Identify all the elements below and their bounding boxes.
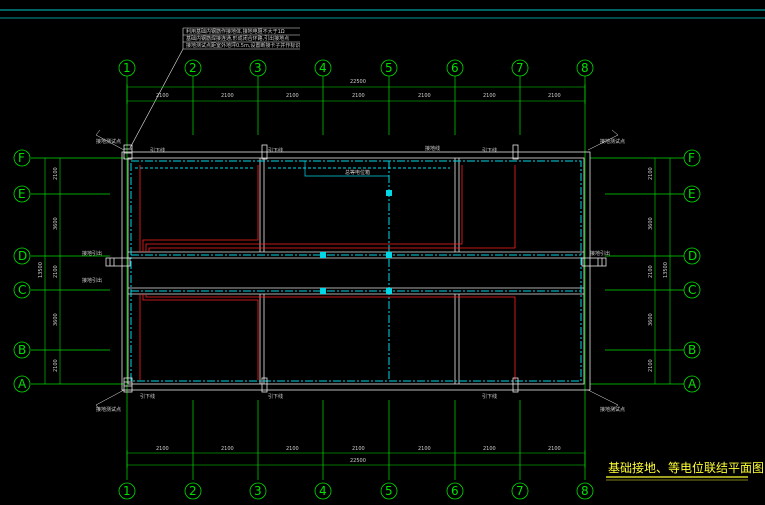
left-axis-B: B	[18, 343, 26, 357]
left-axis-E: E	[18, 187, 26, 201]
test-point-label-tr: 接地测试点	[600, 138, 625, 145]
top-total-dim: 22500	[350, 79, 366, 85]
bottom-dim-7: 2100	[548, 446, 561, 452]
right-dim-5: 2100	[648, 359, 654, 372]
bottom-axis-7: 7	[516, 484, 524, 498]
top-dim-5: 2100	[418, 93, 431, 99]
top-axis-2: 2	[189, 61, 197, 75]
left-axis-A: A	[18, 377, 27, 391]
test-point-label-tl: 接地测试点	[96, 138, 121, 145]
bottom-axis-1: 1	[123, 484, 131, 498]
bottom-total-dim: 22500	[350, 458, 366, 464]
left-axis-F: F	[18, 151, 25, 165]
left-dim-1: 2100	[53, 167, 59, 180]
cad-drawing-canvas: 利用基础内钢筋作接地体,接地电阻不大于1Ω 基础内钢筋焊接连通,形成闭合环路,引…	[0, 0, 765, 505]
bottom-axis-8: 8	[581, 484, 589, 498]
right-axis-A: A	[688, 377, 697, 391]
bottom-dim-1: 2100	[156, 446, 169, 452]
bottom-axis-5: 5	[385, 484, 393, 498]
left-total-dim: 13500	[38, 262, 44, 278]
downlead-label-2: 引下线	[268, 147, 283, 154]
downlead-label-1: 引下线	[150, 147, 165, 154]
left-axis-D: D	[18, 249, 27, 263]
top-dim-6: 2100	[483, 93, 496, 99]
top-dim-3: 2100	[286, 93, 299, 99]
left-dim-5: 2100	[53, 359, 59, 372]
right-total-dim: 13500	[663, 262, 669, 278]
right-axis-F: F	[688, 151, 695, 165]
bottom-dim-3: 2100	[286, 446, 299, 452]
canvas-background	[0, 0, 765, 505]
top-axis-3: 3	[254, 61, 262, 75]
left-dim-3: 2100	[53, 265, 59, 278]
ring-label: 接地线	[425, 145, 440, 152]
left-dim-4: 3600	[53, 313, 59, 326]
bottom-dim-2: 2100	[221, 446, 234, 452]
top-axis-4: 4	[319, 61, 327, 75]
top-axis-1: 1	[123, 61, 131, 75]
top-dim-2: 2100	[221, 93, 234, 99]
bottom-axis-4: 4	[319, 484, 327, 498]
right-dim-2: 3600	[648, 217, 654, 230]
downlead-label-5: 引下线	[268, 393, 283, 400]
top-axis-8: 8	[581, 61, 589, 75]
top-axis-5: 5	[385, 61, 393, 75]
left-dim-2: 3600	[53, 217, 59, 230]
ext-right-label: 接地引出	[590, 250, 610, 257]
ext-left-label: 接地引出	[82, 250, 102, 257]
note-line-3: 接地测试点距室外地坪0.5m,设置断接卡子并作标识	[186, 42, 300, 49]
right-axis-B: B	[688, 343, 696, 357]
top-axis-6: 6	[451, 61, 459, 75]
bottom-axis-6: 6	[451, 484, 459, 498]
test-point-label-br: 接地测试点	[600, 406, 625, 413]
note-line-2: 基础内钢筋焊接连通,形成闭合环路,引出接地点	[186, 35, 289, 42]
right-dim-1: 2100	[648, 167, 654, 180]
test-point-label-bl: 接地测试点	[96, 406, 121, 413]
top-dim-4: 2100	[352, 93, 365, 99]
equipment-label: 总等电位箱	[345, 169, 370, 176]
right-axis-C: C	[688, 283, 696, 297]
downlead-label-4: 引下线	[140, 393, 155, 400]
right-axis-E: E	[688, 187, 696, 201]
bottom-dim-4: 2100	[352, 446, 365, 452]
top-axis-7: 7	[516, 61, 524, 75]
ext-left-label-2: 接地引出	[82, 277, 102, 284]
note-line-1: 利用基础内钢筋作接地体,接地电阻不大于1Ω	[186, 28, 285, 35]
downlead-label-3: 引下线	[482, 147, 497, 154]
bottom-axis-2: 2	[189, 484, 197, 498]
left-axis-C: C	[18, 283, 26, 297]
top-dim-1: 2100	[156, 93, 169, 99]
downlead-label-6: 引下线	[482, 393, 497, 400]
right-axis-D: D	[688, 249, 697, 263]
bottom-dim-6: 2100	[483, 446, 496, 452]
right-dim-4: 3600	[648, 313, 654, 326]
drawing-title-block: 基础接地、等电位联结平面图	[606, 460, 764, 481]
bottom-axis-3: 3	[254, 484, 262, 498]
bottom-dim-5: 2100	[418, 446, 431, 452]
top-dim-7: 2100	[548, 93, 561, 99]
right-dim-3: 2100	[648, 265, 654, 278]
drawing-title: 基础接地、等电位联结平面图	[608, 460, 764, 475]
